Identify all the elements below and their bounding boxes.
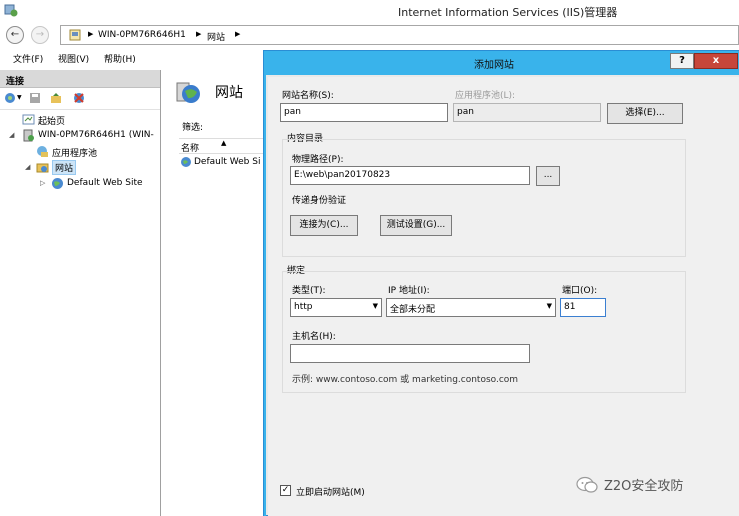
- globe-icon: [52, 178, 63, 189]
- dialog-body: 网站名称(S): pan 应用程序池(L): pan 选择(E)... 内容目录…: [268, 77, 739, 516]
- start-now-checkbox[interactable]: ✓: [280, 485, 291, 496]
- globe-icon: [181, 157, 191, 167]
- window-title: Internet Information Services (IIS)管理器: [398, 6, 618, 19]
- physical-path-label: 物理路径(P):: [292, 155, 344, 165]
- tree-item-start-page[interactable]: 起始页: [0, 112, 160, 128]
- save-icon[interactable]: [29, 92, 41, 104]
- menu-help[interactable]: 帮助(H): [104, 52, 136, 65]
- start-page-icon: [22, 114, 35, 125]
- address-bar: ← → ▶ WIN-0PM76R646H1 ▶ 网站 ▶: [0, 22, 739, 48]
- dialog-title: 添加网站: [474, 60, 514, 71]
- collapse-icon[interactable]: ◢: [25, 163, 30, 171]
- type-label: 类型(T):: [292, 286, 326, 296]
- menu-view[interactable]: 视图(V): [58, 52, 89, 65]
- tree-item-sites[interactable]: ◢ 网站: [0, 160, 160, 176]
- tree-item-server[interactable]: ◢ WIN-0PM76R646H1 (WIN-: [0, 128, 160, 144]
- ip-address-label: IP 地址(I):: [388, 286, 430, 296]
- connections-panel: 连接 ▼ 起始页 ◢ WIN-0PM76R646H1 (WIN- 应用程序池 ◢…: [0, 70, 161, 516]
- app-pool-icon: [37, 146, 48, 157]
- breadcrumb-server[interactable]: WIN-0PM76R646H1: [98, 30, 186, 40]
- forward-button[interactable]: →: [31, 26, 49, 44]
- dropdown-arrow-icon[interactable]: ▼: [17, 94, 22, 101]
- start-now-label: 立即启动网站(M): [296, 488, 365, 498]
- ip-address-select[interactable]: 全部未分配 ▼: [386, 298, 556, 317]
- hostname-input[interactable]: [290, 344, 530, 363]
- breadcrumb-separator-icon: ▶: [196, 30, 202, 38]
- menu-file[interactable]: 文件(F): [13, 52, 43, 65]
- column-header-name[interactable]: 名称 ▲: [179, 138, 265, 154]
- back-button[interactable]: ←: [6, 26, 24, 44]
- port-label: 端口(O):: [562, 286, 598, 296]
- collapse-icon[interactable]: ◢: [9, 131, 14, 139]
- breadcrumb-separator-icon: ▶: [235, 30, 241, 38]
- wechat-icon: [576, 476, 598, 493]
- add-website-dialog: 添加网站 ? x 网站名称(S): pan 应用程序池(L): pan 选择(E…: [263, 50, 739, 516]
- sites-folder-icon: [36, 163, 49, 173]
- physical-path-input[interactable]: E:\web\pan20170823: [290, 166, 530, 185]
- delete-connection-icon[interactable]: [73, 92, 85, 104]
- sites-globe-icon: [176, 82, 200, 103]
- port-input[interactable]: 81: [560, 298, 606, 317]
- connections-header: 连接: [0, 70, 160, 88]
- connect-icon[interactable]: [4, 92, 16, 104]
- chevron-down-icon: ▼: [372, 302, 378, 310]
- up-folder-icon[interactable]: [50, 92, 62, 104]
- watermark-text: Z2O安全攻防: [604, 479, 684, 494]
- dialog-border: [264, 75, 266, 516]
- example-text: 示例: www.contoso.com 或 marketing.contoso.…: [292, 375, 519, 385]
- breadcrumb-separator-icon: ▶: [88, 30, 94, 38]
- select-app-pool-button[interactable]: 选择(E)...: [607, 103, 683, 124]
- server-icon: [69, 29, 81, 41]
- test-settings-button[interactable]: 测试设置(G)...: [380, 215, 452, 236]
- filter-label: 筛选:: [182, 123, 204, 133]
- app-pool-input: pan: [453, 103, 601, 122]
- connect-as-button[interactable]: 连接为(C)...: [290, 215, 358, 236]
- iis-app-icon: [4, 4, 18, 17]
- sites-panel: 网站 筛选: 名称 ▲ Default Web Si: [165, 70, 265, 516]
- type-select[interactable]: http ▼: [290, 298, 382, 317]
- connections-toolbar: ▼: [0, 88, 160, 110]
- expand-icon[interactable]: ▷: [40, 179, 45, 187]
- close-button[interactable]: x: [694, 53, 738, 69]
- page-title: 网站: [215, 85, 243, 101]
- breadcrumb[interactable]: ▶ WIN-0PM76R646H1 ▶ 网站 ▶: [60, 25, 739, 45]
- site-name-label: 网站名称(S):: [282, 91, 334, 101]
- chevron-down-icon: ▼: [546, 302, 552, 310]
- pass-auth-label: 传递身份验证: [292, 196, 347, 206]
- sort-asc-icon: ▲: [221, 139, 227, 147]
- window-titlebar: Internet Information Services (IIS)管理器: [0, 0, 739, 22]
- browse-button[interactable]: ...: [536, 166, 560, 186]
- tree-item-app-pools[interactable]: 应用程序池: [0, 144, 160, 160]
- breadcrumb-sites[interactable]: 网站: [207, 30, 225, 43]
- app-pool-label: 应用程序池(L):: [455, 91, 516, 101]
- tree-item-default-site[interactable]: ▷ Default Web Site: [0, 176, 160, 192]
- server-icon: [23, 129, 34, 142]
- help-button[interactable]: ?: [670, 53, 694, 69]
- hostname-label: 主机名(H):: [292, 332, 336, 342]
- site-name-input[interactable]: pan: [280, 103, 448, 122]
